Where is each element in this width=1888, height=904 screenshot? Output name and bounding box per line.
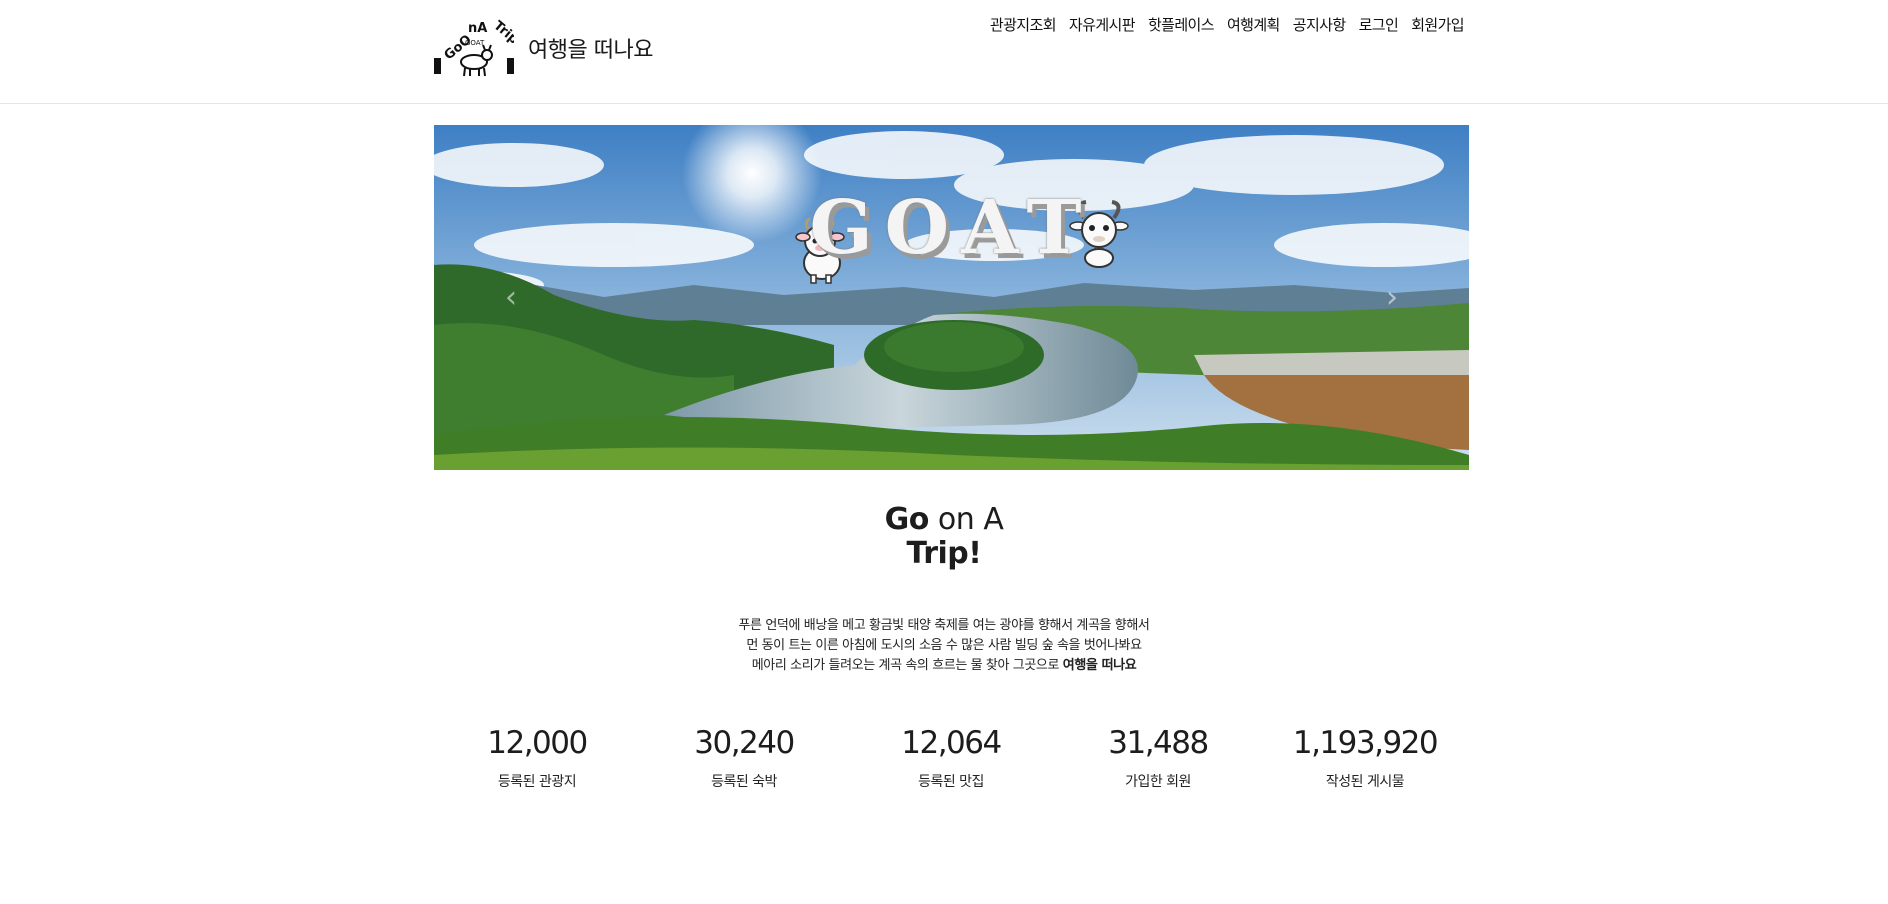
- stat-value: 12,064: [901, 725, 1002, 761]
- nav-item-attractions[interactable]: 관광지조회: [990, 14, 1057, 35]
- intro-desc-line-3-bold: 여행을 떠나요: [1062, 658, 1137, 673]
- nav-item-travel-plan[interactable]: 여행계획: [1227, 14, 1280, 35]
- stat-label: 등록된 관광지: [497, 774, 577, 790]
- intro-title: Go on A Trip!: [0, 503, 1888, 571]
- intro-title-go: Go: [884, 502, 930, 537]
- intro-description: 푸른 언덕에 배낭을 메고 황금빛 태양 축제를 여는 광야를 향해서 계곡을 …: [0, 616, 1888, 676]
- stats-section: 12,000 등록된 관광지 30,240 등록된 숙박 12,064 등록된 …: [0, 725, 1888, 815]
- stat-value: 12,000: [487, 725, 588, 761]
- intro-title-trip: Trip!: [906, 536, 982, 571]
- goat-logo-icon[interactable]: GoO nA Trip GOAT: [434, 18, 514, 80]
- stat-value: 30,240: [694, 725, 795, 761]
- intro-desc-line-2: 먼 동이 트는 이른 아침에 도시의 소음 수 많은 사람 빌딩 숲 속을 벗어…: [746, 638, 1142, 653]
- intro-title-on-a: on A: [928, 502, 1004, 537]
- intro-desc-line-3: 메아리 소리가 들려오는 계곡 속의 흐르는 물 찾아 그곳으로: [751, 658, 1063, 673]
- stat-lodging: 30,240 등록된 숙박: [644, 725, 844, 791]
- stat-members: 31,488 가입한 회원: [1058, 725, 1258, 791]
- stat-value: 31,488: [1108, 725, 1209, 761]
- intro-desc-line-1: 푸른 언덕에 배낭을 메고 황금빛 태양 축제를 여는 광야를 향해서 계곡을 …: [738, 618, 1150, 633]
- svg-text:nA: nA: [468, 21, 487, 36]
- hero-carousel: GOAT ‹ ›: [434, 125, 1469, 470]
- main-nav: 관광지조회 자유게시판 핫플레이스 여행계획 공지사항 로그인 회원가입: [990, 14, 1465, 35]
- carousel-prev-button[interactable]: ‹: [500, 283, 522, 313]
- stat-restaurants: 12,064 등록된 맛집: [851, 725, 1051, 791]
- stat-attractions: 12,000 등록된 관광지: [437, 725, 637, 791]
- carousel-next-button[interactable]: ›: [1381, 283, 1403, 313]
- stat-label: 작성된 게시물: [1325, 774, 1405, 790]
- nav-item-notices[interactable]: 공지사항: [1293, 14, 1346, 35]
- nav-item-signup[interactable]: 회원가입: [1411, 14, 1464, 35]
- svg-text:Trip: Trip: [490, 18, 514, 47]
- stat-label: 등록된 숙박: [711, 774, 777, 790]
- svg-text:GOAT: GOAT: [465, 39, 485, 47]
- nav-item-free-board[interactable]: 자유게시판: [1069, 14, 1136, 35]
- hero-wordmark: GOAT: [809, 185, 1094, 271]
- stat-posts: 1,193,920 작성된 게시물: [1265, 725, 1465, 791]
- nav-item-hot-places[interactable]: 핫플레이스: [1148, 14, 1215, 35]
- stat-value: 1,193,920: [1292, 725, 1439, 761]
- chevron-left-icon: ‹: [505, 280, 517, 315]
- hero-landscape-image: [434, 125, 1469, 470]
- chevron-right-icon: ›: [1386, 280, 1398, 315]
- stat-label: 가입한 회원: [1125, 774, 1191, 790]
- nav-item-login[interactable]: 로그인: [1359, 14, 1399, 35]
- site-title[interactable]: 여행을 떠나요: [528, 32, 653, 64]
- stat-label: 등록된 맛집: [918, 774, 984, 790]
- site-header: GoO nA Trip GOAT 여행을 떠나요 관광지조회 자유게시판 핫플레…: [0, 0, 1888, 104]
